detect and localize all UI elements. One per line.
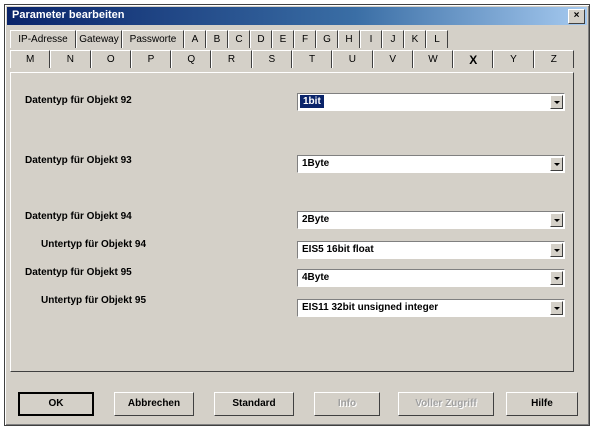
- param-label-obj93: Datentyp für Objekt 93: [25, 155, 132, 166]
- select-obj93-type[interactable]: 1Byte: [297, 155, 565, 173]
- select-obj95-subtype[interactable]: EIS11 32bit unsigned integer: [297, 299, 565, 317]
- dropdown-arrow-icon[interactable]: [550, 243, 563, 257]
- tab-m[interactable]: M: [10, 50, 51, 68]
- tab-f[interactable]: F: [294, 30, 316, 48]
- select-value: 4Byte: [302, 272, 330, 283]
- select-obj92-type[interactable]: 1bit: [297, 93, 565, 111]
- select-value: 1bit: [300, 95, 324, 108]
- dropdown-arrow-icon[interactable]: [550, 213, 563, 227]
- tab-h[interactable]: H: [338, 30, 360, 48]
- tab-o[interactable]: O: [90, 50, 131, 68]
- tab-r[interactable]: R: [211, 50, 252, 68]
- tab-gateway[interactable]: Gateway: [76, 30, 122, 48]
- tab-s[interactable]: S: [251, 50, 292, 68]
- tab-i[interactable]: I: [360, 30, 382, 48]
- full-access-button[interactable]: Voller Zugriff: [398, 392, 494, 416]
- cancel-button[interactable]: Abbrechen: [114, 392, 194, 416]
- tab-l[interactable]: L: [426, 30, 448, 48]
- tab-n[interactable]: N: [50, 50, 91, 68]
- tab-v[interactable]: V: [372, 50, 413, 68]
- select-value: EIS11 32bit unsigned integer: [302, 302, 439, 313]
- tab-y[interactable]: Y: [493, 50, 534, 68]
- tab-ip-adresse[interactable]: IP-Adresse: [10, 30, 76, 48]
- select-obj94-subtype[interactable]: EIS5 16bit float: [297, 241, 565, 259]
- select-value: 1Byte: [302, 158, 330, 169]
- tab-d[interactable]: D: [250, 30, 272, 48]
- info-button[interactable]: Info: [314, 392, 380, 416]
- tab-g[interactable]: G: [316, 30, 338, 48]
- tab-row-2: MNOPQRSTUVWXYZ: [10, 50, 574, 70]
- param-label-obj94: Datentyp für Objekt 94: [25, 211, 132, 222]
- tab-passworte[interactable]: Passworte: [122, 30, 184, 48]
- param-label-obj94-subtype: Untertyp für Objekt 94: [41, 239, 147, 250]
- tab-p[interactable]: P: [130, 50, 172, 68]
- help-button[interactable]: Hilfe: [506, 392, 578, 416]
- tab-z[interactable]: Z: [533, 50, 574, 68]
- tab-q[interactable]: Q: [171, 50, 212, 68]
- tab-c[interactable]: C: [228, 30, 250, 48]
- tab-t[interactable]: T: [291, 50, 333, 68]
- tab-k[interactable]: K: [404, 30, 426, 48]
- select-obj95-type[interactable]: 4Byte: [297, 269, 565, 287]
- tab-row-1: IP-Adresse Gateway Passworte A B C D E F G H I J K L: [10, 30, 574, 50]
- close-button[interactable]: ×: [568, 9, 585, 24]
- tab-strip: IP-Adresse Gateway Passworte A B C D E F G H I J K L M…: [10, 30, 574, 70]
- param-label-obj92: Datentyp für Objekt 92: [25, 95, 132, 106]
- dropdown-arrow-icon[interactable]: [550, 301, 563, 315]
- tab-j[interactable]: J: [382, 30, 404, 48]
- tab-w[interactable]: W: [412, 50, 454, 68]
- dropdown-arrow-icon[interactable]: [550, 95, 563, 109]
- ok-button[interactable]: OK: [18, 392, 94, 416]
- select-value: EIS5 16bit float: [302, 244, 374, 255]
- select-value: 2Byte: [302, 214, 330, 225]
- tab-b[interactable]: B: [206, 30, 228, 48]
- title-bar[interactable]: Parameter bearbeiten ×: [7, 7, 587, 25]
- tab-a[interactable]: A: [184, 30, 206, 48]
- standard-button[interactable]: Standard: [214, 392, 294, 416]
- tab-x[interactable]: X: [453, 50, 494, 68]
- param-label-obj95: Datentyp für Objekt 95: [25, 267, 132, 278]
- tab-u[interactable]: U: [332, 50, 373, 68]
- dropdown-arrow-icon[interactable]: [550, 271, 563, 285]
- window-title: Parameter bearbeiten: [12, 9, 125, 21]
- param-label-obj95-subtype: Untertyp für Objekt 95: [41, 295, 147, 306]
- select-obj94-type[interactable]: 2Byte: [297, 211, 565, 229]
- dropdown-arrow-icon[interactable]: [550, 157, 563, 171]
- tab-e[interactable]: E: [272, 30, 294, 48]
- parameter-panel: Datentyp für Objekt 92 1bit Datentyp für…: [10, 72, 574, 372]
